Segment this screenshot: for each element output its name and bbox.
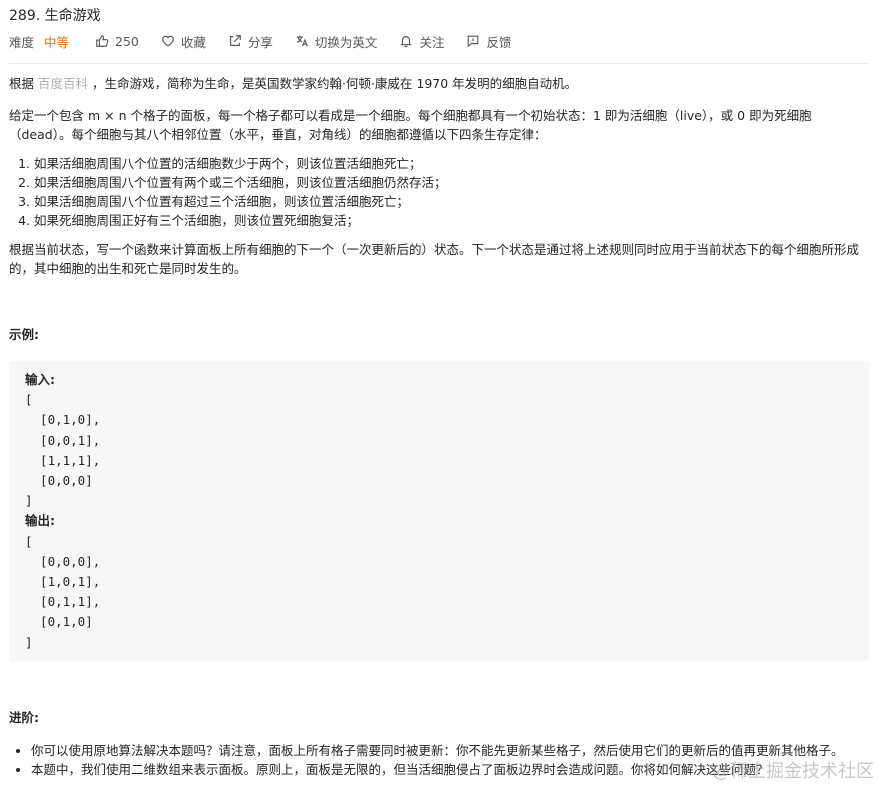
like-count: 250 — [115, 33, 139, 49]
follow-button[interactable]: 关注 — [399, 32, 444, 51]
code-line: [ — [25, 533, 33, 549]
intro-paragraph: 根据 百度百科 ，生命游戏，简称为生命，是英国数学家约翰·何顿·康威在 1970… — [9, 74, 869, 93]
rule-item: 如果活细胞周围八个位置有两个或三个活细胞，则该位置活细胞仍然存活； — [34, 173, 869, 192]
rule-item: 如果活细胞周围八个位置有超过三个活细胞，则该位置活细胞死亡； — [34, 192, 869, 211]
thumbs-up-icon — [96, 35, 109, 47]
difficulty-badge: 中等 — [44, 34, 70, 50]
favorite-button[interactable]: 收藏 — [161, 32, 206, 51]
problem-description: 根据 百度百科 ，生命游戏，简称为生命，是英国数学家约翰·何顿·康威在 1970… — [9, 74, 869, 779]
difficulty-label: 难度 — [9, 34, 35, 50]
task-paragraph: 根据当前状态，写一个函数来计算面板上所有细胞的下一个（一次更新后的）状态。下一个… — [9, 242, 860, 276]
code-line: [0,0,0] — [25, 473, 93, 489]
share-button[interactable]: 分享 — [228, 32, 273, 51]
code-line: ] — [25, 493, 33, 509]
code-line: [0,0,0], — [25, 553, 101, 569]
output-label: 输出: — [25, 513, 55, 529]
input-label: 输入: — [25, 372, 55, 387]
bell-icon — [400, 36, 413, 48]
share-icon — [229, 35, 241, 46]
favorite-label: 收藏 — [180, 34, 206, 50]
rules-list: 如果活细胞周围八个位置的活细胞数少于两个，则该位置活细胞死亡； 如果活细胞周围八… — [9, 154, 869, 230]
share-label: 分享 — [247, 34, 273, 50]
example-heading: 示例: — [9, 327, 39, 342]
code-line: [0,1,1], — [25, 594, 101, 610]
watermark: @稀土掘金技术社区 — [712, 761, 874, 782]
intro-prefix: 根据 — [9, 76, 38, 91]
intro-suffix: ，生命游戏，简称为生命，是英国数学家约翰·何顿·康威在 1970 年发明的细胞自… — [88, 76, 578, 91]
like-button[interactable]: 250 — [95, 34, 139, 49]
follow-label: 关注 — [419, 34, 445, 50]
baidu-baike-link[interactable]: 百度百科 — [38, 76, 88, 91]
code-line: ] — [25, 634, 33, 650]
code-line: [0,1,0], — [25, 412, 101, 428]
heart-icon — [162, 35, 174, 47]
code-line: [0,0,1], — [25, 432, 101, 448]
feedback-button[interactable]: 反馈 — [466, 32, 511, 51]
code-line: [1,1,1], — [25, 452, 101, 468]
feedback-icon — [468, 35, 479, 48]
description-paragraph: 给定一个包含 m × n 个格子的面板，每一个格子都可以看成是一个细胞。每个细胞… — [9, 108, 812, 142]
advanced-heading: 进阶: — [9, 710, 39, 725]
problem-title: 289. 生命游戏 — [9, 8, 101, 24]
header-divider — [9, 63, 869, 64]
example-code-block: 输入: [ [0,1,0], [0,0,1], [1,1,1], [0,0,0]… — [9, 361, 869, 661]
feedback-label: 反馈 — [486, 34, 512, 50]
code-line: [0,1,0] — [25, 614, 93, 630]
translate-label: 切换为英文 — [314, 34, 378, 50]
translate-icon — [296, 35, 308, 47]
code-line: [1,0,1], — [25, 574, 101, 590]
translate-button[interactable]: 切换为英文 — [295, 32, 378, 51]
problem-meta-bar: 难度 中等 250 收藏 分享 切换为英文 关注 反馈 — [9, 31, 533, 51]
rule-item: 如果死细胞周围正好有三个活细胞，则该位置死细胞复活； — [34, 211, 869, 230]
code-line: [ — [25, 392, 33, 408]
rule-item: 如果活细胞周围八个位置的活细胞数少于两个，则该位置活细胞死亡； — [34, 154, 869, 173]
